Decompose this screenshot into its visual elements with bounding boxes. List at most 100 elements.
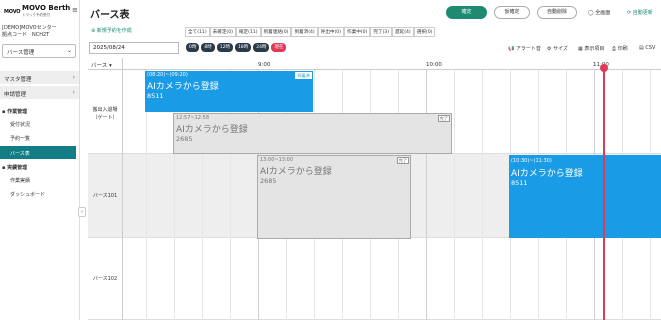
mode-select[interactable]: バース管理 ⌄ [2,44,76,58]
row-label-berth-102: バース102 [92,276,118,282]
print-label: 印刷 [617,46,628,52]
menu-master[interactable]: マスタ管理 › [0,71,79,85]
view-settings-label: 表示項目 [584,46,605,52]
results-section-icon: ▪ [2,165,6,171]
size-label: サイズ [553,46,568,52]
view-settings-button[interactable]: ▦ 表示項目 [578,45,604,52]
sidebar-collapse-button[interactable]: › [78,207,86,217]
block-title: AIカメラから登録 [176,125,248,135]
reservation-block[interactable]: (08:20)~(09:20) 到着済 AIカメラから登録 8511 [145,71,313,112]
menu-application[interactable]: 申請管理 › [0,86,79,100]
nav-work-results[interactable]: 作業実績 [10,177,30,184]
logo-mark: MOVO [4,9,21,15]
filter-calling[interactable]: 呼出中(0) [317,27,345,37]
filter-unconfirmed[interactable]: 未確定(0) [209,27,236,37]
logo[interactable]: MOVO MOVO Berth トラック予約受付 [4,4,78,20]
file-icon: ▤ [639,45,644,51]
block-time: (10:30)~(11:30) [511,158,552,164]
auto-refresh-label: 自動更新 [632,10,653,16]
confirm-button[interactable]: 確定 [446,6,487,19]
block-time: 12:57~12:58 [176,115,210,121]
filter-working[interactable]: 作業中(0) [344,27,371,37]
reservation-block[interactable]: 13:00~13:00 完了 AIカメラから登録 2685 [257,155,411,239]
nav-berth-table[interactable]: バース表 [0,146,76,159]
reservation-block[interactable]: (10:30)~(11:30) AIカメラから登録 8511 [509,155,661,238]
block-number: 2685 [260,177,277,185]
filter-arrival-notice[interactable]: 到着連絡(0) [260,27,292,37]
block-title: AIカメラから登録 [260,167,332,177]
grid-header: バース ▾ 9:00 10:00 11:00 [88,58,661,70]
berth-column-header[interactable]: バース ▾ [91,61,112,69]
time-jump-buttons: 0時 8時 12時 18時 24時 現在 [186,43,287,52]
csv-button[interactable]: ▤ CSV [639,45,655,51]
chevron-down-icon: ⌄ [66,47,72,54]
berth-header-label: バース [91,63,108,69]
filter-selected[interactable]: 選択(0) [413,27,436,37]
mode-select-value: バース管理 [7,50,35,56]
filter-done[interactable]: 完了(3) [370,27,393,37]
block-number: 8511 [147,92,164,100]
block-time: (08:20)~(09:20) [147,72,188,78]
jump-24h-button[interactable]: 24時 [253,43,270,52]
nav-reception-status[interactable]: 受付状況 [10,121,30,128]
new-reservation-label: 新規予約を作成 [96,28,132,34]
table-icon: ▦ [578,46,583,52]
filter-delayed[interactable]: 遅延(4) [392,27,414,37]
center-code: 拠点コード NCH2T [2,32,50,38]
fullscreen-label: 全画面 [595,10,611,16]
jump-now-button[interactable]: 現在 [271,43,287,52]
section-results: ▪ 実績管理 [2,164,27,171]
alert-sound-label: アラート音 [515,46,541,52]
nav-dashboard[interactable]: ダッシュボード [10,191,45,198]
block-number: 8511 [511,179,528,187]
current-time-line [603,67,605,320]
alert-sound-button[interactable]: 📢 アラート音 [508,45,541,52]
auto-delete-button[interactable]: 自動削除 [537,6,577,19]
app-subtitle: トラック予約受付 [22,13,50,17]
auto-refresh-toggle[interactable]: ⟳ 自動更新 [627,9,653,16]
jump-12h-button[interactable]: 12時 [216,43,233,52]
results-section-label: 実績管理 [7,165,28,171]
grid-line [426,70,427,320]
current-time-marker [600,64,608,72]
page-title: バース表 [90,10,130,21]
status-badge: 完了 [437,115,450,122]
menu-master-label: マスタ管理 [4,77,32,83]
print-button[interactable]: ⎙ 印刷 [612,45,628,52]
nav-reservation-list[interactable]: 予約一覧 [10,135,30,142]
row-label-gate: 搬出入退場 （ゲート） [92,107,118,121]
filter-arrived[interactable]: 到着済(4) [291,27,318,37]
jump-18h-button[interactable]: 18時 [234,43,252,52]
toggle-icon: ◯ [588,10,594,16]
fullscreen-toggle[interactable]: ◯ 全画面 [588,9,610,16]
block-number: 2685 [176,135,193,143]
size-button[interactable]: ⚙ サイズ [547,45,568,52]
status-filter-tabs: 全て(11) 未確定(0) 確定(11) 到着連絡(0) 到着済(4) 呼出中(… [185,27,436,37]
new-reservation-link[interactable]: ⊕ 新規予約を作成 [91,27,132,34]
menu-application-label: 申請管理 [4,92,27,98]
time-label: 10:00 [426,62,442,68]
jump-0h-button[interactable]: 0時 [186,43,200,52]
filter-all[interactable]: 全て(11) [185,27,210,37]
megaphone-icon: 📢 [508,46,515,52]
jump-8h-button[interactable]: 8時 [201,43,215,52]
status-badge: 完了 [396,157,409,164]
work-section-label: 作業管理 [7,109,28,115]
reservation-block[interactable]: 12:57~12:58 完了 AIカメラから登録 2685 [173,113,452,154]
block-title: AIカメラから登録 [147,82,219,92]
date-input[interactable]: 2025/08/24 [89,42,179,54]
tentative-button[interactable]: 仮確定 [494,6,530,19]
section-work: ▪ 作業管理 [2,108,27,115]
center-name: [DEMO]MOVOセンター [2,25,57,31]
work-section-icon: ▪ [2,109,6,115]
printer-icon: ⎙ [612,46,617,52]
hamburger-menu-icon[interactable]: ≡ [72,6,78,14]
chevron-right-icon: › [72,89,75,96]
filter-confirmed[interactable]: 確定(11) [235,27,261,37]
block-title: AIカメラから登録 [511,169,583,179]
row-label-berth-101: バース101 [92,193,118,199]
berth-schedule-grid: バース ▾ 9:00 10:00 11:00 搬出入退場 （ゲート） バース10… [88,58,661,320]
csv-label: CSV [645,45,656,51]
refresh-icon: ⟳ [627,10,632,16]
block-time: 13:00~13:00 [260,157,294,163]
